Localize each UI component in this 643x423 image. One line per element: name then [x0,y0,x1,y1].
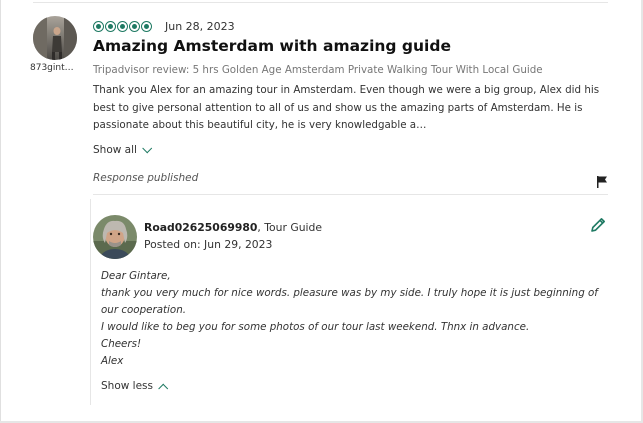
guide-avatar[interactable] [93,215,137,259]
review-product-line: Tripadvisor review: 5 hrs Golden Age Ams… [93,64,543,76]
reviewer-username[interactable]: 873gint… [30,63,80,73]
response-line: Alex [101,354,124,367]
flag-icon[interactable] [596,173,608,192]
response-line: Dear Gintare, [101,270,171,282]
responder-info: Road02625069980, Tour Guide [144,221,322,234]
rating-bubble-icon [93,21,104,32]
responder-role: , Tour Guide [257,221,323,234]
response-divider [93,194,608,195]
response-line: Cheers! [101,337,142,350]
response-line: thank you very much for nice words. plea… [101,286,598,316]
rating-bubble-icon [129,21,140,32]
chevron-down-icon [142,142,153,153]
review-body: Thank you Alex for an amazing tour in Am… [93,84,600,131]
show-all-label: Show all [93,144,137,156]
show-all-button[interactable]: Show all [93,142,153,156]
response-line: I would like to beg you for some photos … [101,320,530,333]
review-title: Amazing Amsterdam with amazing guide [93,37,451,55]
rating-bubble-icon [117,21,128,32]
rating-bubble-icon [105,21,116,32]
response-status: Response published [93,172,199,184]
response-date: Posted on: Jun 29, 2023 [144,238,273,251]
chevron-up-icon [158,383,169,394]
response-box-border [90,199,91,405]
rating-bubble-icon [141,21,152,32]
responder-name[interactable]: Road02625069980 [144,221,257,234]
review-date: Jun 28, 2023 [165,20,235,33]
show-less-label: Show less [101,380,153,392]
show-less-button[interactable]: Show less [101,380,169,394]
rating-bubbles [93,21,152,32]
pencil-icon[interactable] [589,216,607,238]
reviewer-avatar[interactable] [33,16,77,60]
top-divider [33,2,608,3]
left-border [0,0,1,423]
response-text: Dear Gintare, thank you very much for ni… [101,268,601,369]
